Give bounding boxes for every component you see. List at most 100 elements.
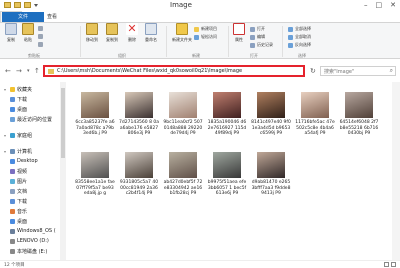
file-name: 7d27143560 8 0aa6abe176 e5827806e3j P9 bbox=[119, 120, 159, 136]
file-name: 9bc11ea0cf2 5070148a888 29220de79d4j P9 bbox=[163, 120, 203, 136]
nav-item-icon bbox=[10, 169, 15, 174]
select-none-button[interactable]: 全部取消 bbox=[288, 34, 311, 40]
nav-item[interactable]: ▾ 计算机 bbox=[4, 148, 32, 155]
file-item[interactable]: b9975f51aea efe3bb6057 1 bec5f613e6j P9 bbox=[206, 152, 248, 197]
edit-icon bbox=[250, 34, 255, 40]
open-button[interactable]: 打开 bbox=[250, 26, 265, 32]
nav-item[interactable]: 文档 bbox=[10, 188, 27, 195]
file-item[interactable]: 64514ef6048 2f7b8e55218 6b7160430bj P9 bbox=[338, 92, 380, 137]
nav-item-label: 本地磁盘 (E:) bbox=[17, 249, 48, 255]
nav-item[interactable]: 音乐 bbox=[10, 208, 27, 215]
nav-item[interactable]: Desktop bbox=[10, 158, 38, 164]
select-none-icon bbox=[288, 34, 293, 40]
search-input[interactable]: 搜索"Image" bbox=[324, 68, 390, 75]
chevron-down-icon[interactable] bbox=[34, 3, 38, 7]
paste-shortcut-button[interactable] bbox=[38, 42, 43, 47]
file-item[interactable]: 8141c497e40 9f01e3a4d5d b9653c6599j P9 bbox=[250, 92, 292, 137]
file-name: 83558ee1a1e fae07ff79f5a7 be93eda8j.jp g bbox=[75, 180, 115, 196]
history-icon bbox=[250, 42, 255, 48]
close-icon[interactable]: ✕ bbox=[390, 1, 396, 9]
nav-item[interactable]: 桌面 bbox=[10, 106, 27, 113]
chevron-down-icon[interactable]: ▾ bbox=[4, 133, 8, 138]
chevron-down-icon[interactable]: ▾ bbox=[4, 149, 8, 154]
easy-access-icon bbox=[194, 34, 199, 40]
file-item[interactable]: 7d27143560 8 0aa6abe176 e5827806e3j P9 bbox=[118, 92, 160, 137]
back-arrow-icon[interactable]: ← bbox=[5, 67, 11, 75]
file-item[interactable]: 9bc11ea0cf2 5070148a888 29220de79d4j P9 bbox=[162, 92, 204, 137]
nav-item[interactable]: ▾ 家庭组 bbox=[4, 132, 32, 139]
address-bar[interactable]: C:\Users\msh\Documents\WeChat Files\wxid… bbox=[43, 65, 305, 77]
window-controls: – □ ✕ bbox=[364, 1, 396, 9]
cut-button[interactable] bbox=[38, 26, 43, 31]
forward-arrow-icon[interactable]: → bbox=[16, 67, 22, 75]
paste-button[interactable]: 粘贴 bbox=[22, 23, 34, 43]
properties-button[interactable]: 属性 bbox=[233, 23, 245, 43]
file-item[interactable]: 9331805c5a7 4000cc81949 2a36c2b4f14j P9 bbox=[118, 152, 160, 197]
copy-path-icon bbox=[38, 34, 43, 39]
nav-item[interactable]: 视频 bbox=[10, 168, 27, 175]
file-item[interactable]: ab427d0ebf5f 72e83304942 ae16b1fb28cj P9 bbox=[162, 152, 204, 197]
delete-button[interactable]: ✕ 删除 bbox=[126, 23, 138, 43]
tab-3[interactable]: 查看 bbox=[42, 12, 62, 22]
rename-button[interactable]: 重命名 bbox=[145, 23, 157, 43]
nav-item[interactable]: ▾ 收藏夹 bbox=[4, 86, 32, 93]
nav-item[interactable]: Windows8_OS ( bbox=[10, 228, 56, 234]
nav-item[interactable]: LENOVO (D:) bbox=[10, 238, 49, 244]
folder-icon[interactable] bbox=[4, 2, 11, 8]
nav-item-label: 最近访问的位置 bbox=[17, 117, 53, 123]
copy-to-icon bbox=[106, 23, 118, 35]
nav-item[interactable]: 桌面 bbox=[10, 218, 27, 225]
new-item-button[interactable]: 新建项目 bbox=[194, 26, 217, 32]
copy-button[interactable]: 复制 bbox=[5, 23, 17, 43]
nav-item[interactable]: 下载 bbox=[10, 198, 27, 205]
new-folder-button[interactable]: 新建文件夹 bbox=[172, 23, 192, 43]
maximize-icon[interactable]: □ bbox=[376, 1, 383, 9]
chevron-down-icon[interactable]: ▾ bbox=[4, 87, 8, 92]
nav-item[interactable]: 本地磁盘 (E:) bbox=[10, 248, 47, 255]
ribbon-group-labels: 剪贴板 组织 新建 打开 选择 bbox=[0, 53, 400, 59]
nav-item-icon bbox=[10, 117, 15, 122]
large-icons-view-icon[interactable] bbox=[391, 262, 396, 267]
history-button[interactable]: 历史记录 bbox=[250, 42, 273, 48]
address-path: C:\Users\msh\Documents\WeChat Files\wxid… bbox=[57, 68, 243, 74]
edit-button[interactable]: 编辑 bbox=[250, 34, 265, 40]
shortcut-icon bbox=[38, 42, 43, 47]
file-item[interactable]: 1835a190046 d62e7616927 115d49f89dj P9 bbox=[206, 92, 248, 137]
file-name: 64514ef6048 2f7b8e55218 6b7160430bj P9 bbox=[339, 120, 379, 136]
recent-locations-icon[interactable]: ▾ bbox=[27, 68, 30, 74]
file-item[interactable]: d9ab81470 e2653bfff7aa3 f9dde89413j P9 bbox=[250, 152, 292, 197]
scrollbar-thumb[interactable] bbox=[61, 88, 65, 158]
image-thumbnail bbox=[125, 92, 153, 118]
tab-0[interactable]: 文件 bbox=[2, 12, 44, 22]
file-item[interactable]: 6cc3a85237fe a67a0ad878c a79b3ed6b.j P9 bbox=[74, 92, 116, 137]
nav-item-label: LENOVO (D:) bbox=[17, 238, 49, 244]
nav-item-icon bbox=[10, 228, 15, 234]
group-label-clipboard: 剪贴板 bbox=[28, 53, 40, 58]
refresh-icon[interactable]: ↻ bbox=[310, 67, 316, 75]
nav-item[interactable]: 图片 bbox=[10, 178, 27, 185]
properties-icon[interactable] bbox=[14, 2, 21, 8]
image-thumbnail bbox=[213, 152, 241, 178]
navigation-pane-scrollbar[interactable] bbox=[60, 82, 66, 260]
status-bar: 12 个项目 bbox=[0, 260, 400, 268]
file-item[interactable]: 83558ee1a1e fae07ff79f5a7 be93eda8j.jp g bbox=[74, 152, 116, 197]
copy-to-button[interactable]: 复制到 bbox=[106, 23, 118, 43]
easy-access-button[interactable]: 轻松访问 bbox=[194, 34, 217, 40]
minimize-icon[interactable]: – bbox=[364, 1, 368, 9]
copy-path-button[interactable] bbox=[38, 34, 43, 39]
group-label-select: 选择 bbox=[298, 53, 306, 58]
nav-item-label: 文档 bbox=[17, 189, 28, 195]
nav-item[interactable]: 最近访问的位置 bbox=[10, 116, 52, 123]
file-item[interactable]: 11716bfe5ac 47e502c5c8e 4b4a6a54afj P9 bbox=[294, 92, 336, 137]
up-arrow-icon[interactable]: ↑ bbox=[34, 67, 40, 75]
invert-selection-button[interactable]: 反向选择 bbox=[288, 42, 311, 48]
file-list-scrollbar[interactable] bbox=[392, 82, 400, 260]
nav-item-icon bbox=[10, 219, 15, 224]
select-all-button[interactable]: 全部选择 bbox=[288, 26, 311, 32]
new-folder-icon[interactable] bbox=[24, 2, 31, 8]
move-to-button[interactable]: 移动到 bbox=[86, 23, 98, 43]
nav-item[interactable]: 下载 bbox=[10, 96, 27, 103]
search-box[interactable]: 搜索"Image" ⌕ bbox=[320, 66, 396, 76]
file-name: 1835a190046 d62e7616927 115d49f89dj P9 bbox=[207, 120, 247, 136]
details-view-icon[interactable] bbox=[384, 262, 389, 267]
